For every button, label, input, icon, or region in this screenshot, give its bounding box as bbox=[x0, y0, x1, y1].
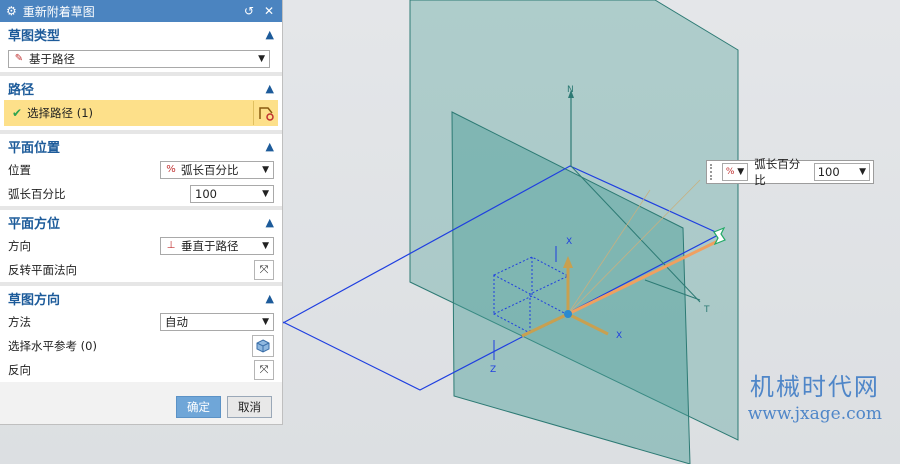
method-select[interactable]: 自动 ▼ bbox=[160, 313, 274, 331]
direction-select[interactable]: ⊥ 垂直于路径 ▼ bbox=[160, 237, 274, 255]
section-header-sketch-orientation[interactable]: 草图方向 ▲ bbox=[0, 286, 282, 310]
position-select[interactable]: % 弧长百分比 ▼ bbox=[160, 161, 274, 179]
normal-to-path-icon: ⊥ bbox=[166, 240, 176, 251]
popup-value-input[interactable]: 100 ▼ bbox=[813, 163, 870, 181]
method-label: 方法 bbox=[8, 315, 31, 329]
section-sketch-orientation: 草图方向 ▲ 方法 自动 ▼ 选择水平参考 (0) 反向 ⤧ bbox=[0, 286, 282, 382]
onscreen-input-popup: % ▼ 弧长百分比 100 ▼ bbox=[706, 157, 874, 187]
ok-button[interactable]: 确定 bbox=[176, 396, 221, 418]
position-type-dropdown[interactable]: % ▼ bbox=[721, 163, 749, 181]
path-sketch-icon: ✎ bbox=[14, 53, 24, 64]
section-header-sketch-type[interactable]: 草图类型 ▲ bbox=[0, 22, 282, 46]
direction-label: 方向 bbox=[8, 239, 31, 253]
reset-icon[interactable]: ↺ bbox=[242, 4, 256, 18]
axis-label-x2: X bbox=[616, 331, 622, 341]
collapse-icon[interactable]: ▲ bbox=[266, 28, 274, 41]
cancel-button[interactable]: 取消 bbox=[227, 396, 272, 418]
watermark: 机械时代网 www.jxage.com bbox=[748, 367, 882, 424]
axis-label-t: T bbox=[703, 305, 710, 315]
select-path-row[interactable]: ✔ 选择路径 (1) bbox=[4, 100, 278, 126]
chevron-down-icon: ▼ bbox=[258, 54, 265, 64]
axis-label-x: X bbox=[566, 237, 572, 247]
select-object-icon[interactable] bbox=[252, 335, 274, 357]
axis-label-n: N bbox=[567, 85, 574, 95]
dialog-titlebar[interactable]: ⚙ 重新附着草图 ↺ ✕ bbox=[0, 0, 282, 22]
arc-percent-icon: % bbox=[166, 164, 176, 175]
arc-percent-input[interactable]: 100 ▼ bbox=[190, 185, 274, 203]
reverse-normal-label: 反转平面法向 bbox=[8, 263, 77, 277]
close-icon[interactable]: ✕ bbox=[262, 4, 276, 18]
horizontal-ref-label: 选择水平参考 (0) bbox=[8, 339, 97, 353]
section-path: 路径 ▲ ✔ 选择路径 (1) bbox=[0, 76, 282, 134]
collapse-icon[interactable]: ▲ bbox=[266, 292, 274, 305]
dialog-title: 重新附着草图 bbox=[22, 4, 95, 19]
section-sketch-type: 草图类型 ▲ ✎ 基于路径 ▼ bbox=[0, 22, 282, 76]
sketch-type-select[interactable]: ✎ 基于路径 ▼ bbox=[8, 50, 270, 68]
axis-label-z: Z bbox=[490, 365, 496, 375]
section-plane-position: 平面位置 ▲ 位置 % 弧长百分比 ▼ 弧长百分比 100 ▼ bbox=[0, 134, 282, 210]
chevron-down-icon: ▼ bbox=[262, 241, 269, 251]
section-header-path[interactable]: 路径 ▲ bbox=[0, 76, 282, 100]
select-curve-icon[interactable] bbox=[253, 101, 278, 125]
watermark-en: www.jxage.com bbox=[747, 404, 882, 424]
gear-icon[interactable]: ⚙ bbox=[6, 4, 17, 18]
reverse-direction-icon[interactable]: ⤧ bbox=[254, 360, 274, 380]
arc-percent-label: 弧长百分比 bbox=[8, 187, 66, 201]
chevron-down-icon: ▼ bbox=[859, 167, 866, 177]
watermark-cn: 机械时代网 bbox=[749, 373, 880, 401]
chevron-down-icon: ▼ bbox=[262, 189, 269, 199]
section-header-plane-orientation[interactable]: 平面方位 ▲ bbox=[0, 210, 282, 234]
collapse-icon[interactable]: ▲ bbox=[266, 140, 274, 153]
reattach-sketch-dialog: ⚙ 重新附着草图 ↺ ✕ 草图类型 ▲ ✎ 基于路径 ▼ 路径 ▲ ✔ 选择路径… bbox=[0, 0, 283, 425]
popup-label: 弧长百分比 bbox=[754, 157, 801, 187]
checkmark-icon: ✔ bbox=[12, 106, 23, 120]
chevron-down-icon: ▼ bbox=[262, 165, 269, 175]
chevron-down-icon: ▼ bbox=[262, 317, 269, 327]
position-label: 位置 bbox=[8, 163, 31, 177]
arc-percent-icon: % bbox=[725, 167, 735, 177]
drag-handle[interactable] bbox=[710, 164, 716, 180]
section-plane-orientation: 平面方位 ▲ 方向 ⊥ 垂直于路径 ▼ 反转平面法向 ⤧ bbox=[0, 210, 282, 286]
reverse-label: 反向 bbox=[8, 363, 31, 377]
collapse-icon[interactable]: ▲ bbox=[266, 82, 274, 95]
dialog-buttons: 确定 取消 bbox=[0, 390, 282, 424]
reverse-direction-icon[interactable]: ⤧ bbox=[254, 260, 274, 280]
collapse-icon[interactable]: ▲ bbox=[266, 216, 274, 229]
section-header-plane-position[interactable]: 平面位置 ▲ bbox=[0, 134, 282, 158]
